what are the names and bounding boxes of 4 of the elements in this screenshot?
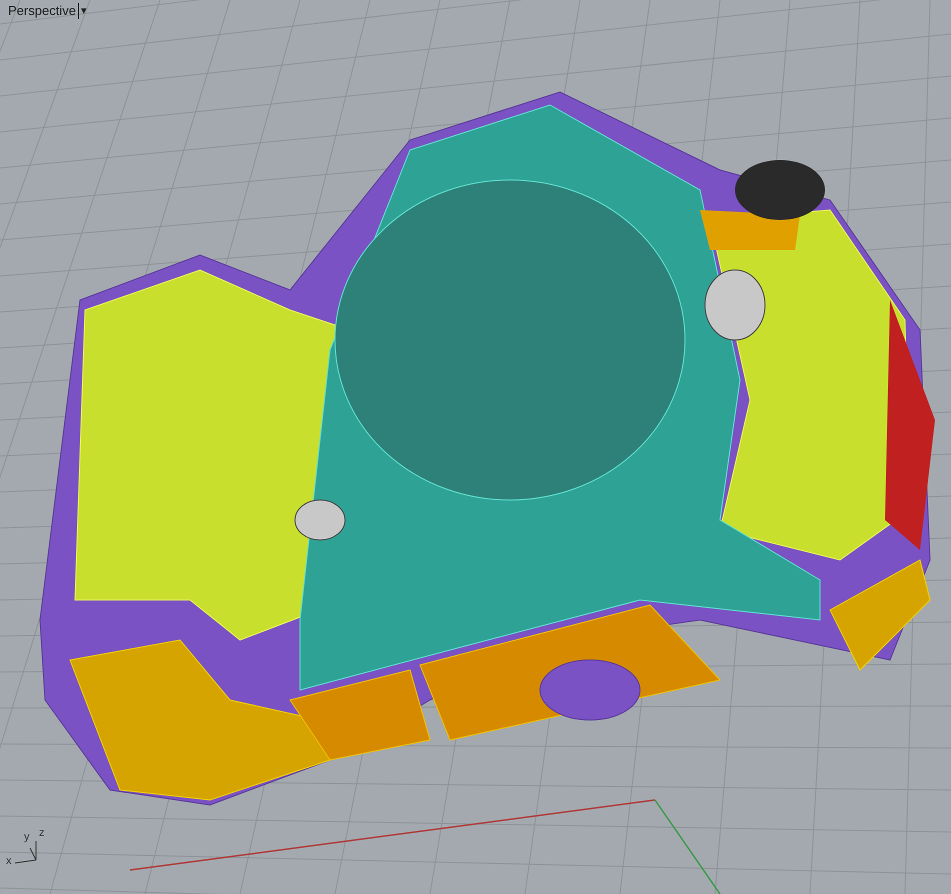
viewport-title[interactable]: Perspective: [8, 1, 76, 20]
x-axis-label: x: [6, 856, 12, 867]
y-axis-label: y: [24, 832, 30, 843]
z-axis-label: z: [39, 828, 44, 839]
